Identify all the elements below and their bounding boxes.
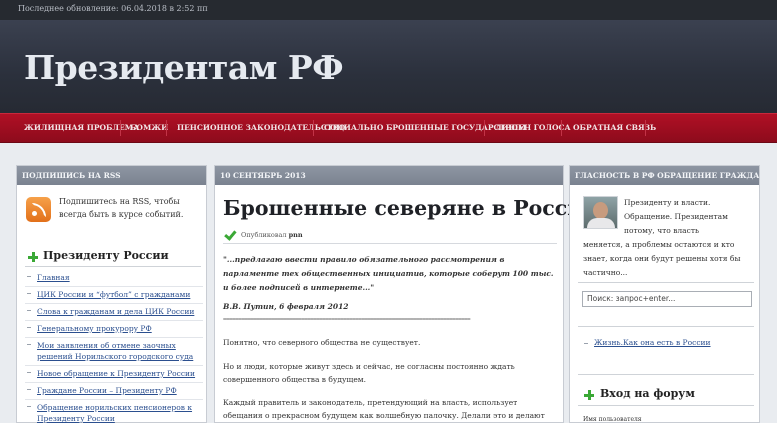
author-prefix: Опубликовал [241,231,287,239]
widget-divider [578,405,754,406]
post-paragraph: Но и люди, которые живут здесь и сейчас,… [223,362,515,384]
list-item[interactable]: ЦИК России и “футбол” с гражданами [25,287,203,304]
list-item[interactable]: Мои заявления об отмене заочных решений … [25,338,203,366]
widget-divider [25,266,201,267]
nav-separator [561,120,562,136]
rss-icon[interactable] [26,197,51,222]
post-divider [223,243,557,244]
nav-separator [313,120,314,136]
quote-signature: В.В. Путин, 6 февраля 2012 [223,302,349,311]
right-sidebar: Гласность в РФ Обращение граждан к власт… [569,165,760,423]
plus-icon [28,252,38,262]
post-quote: "...предлагаю ввести правило обязательно… [223,255,554,292]
list-item[interactable]: Слова к гражданам и дела ЦИК России [25,304,203,321]
rss-description: Подпишитесь на RSS, чтобы всегда быть в … [59,197,184,219]
plus-icon [584,390,594,400]
nav-separator [484,120,485,136]
widget-divider [578,326,754,327]
right-header: Гласность в РФ Обращение граждан к власт… [570,166,759,185]
main-nav: Жилищная проблема БОМЖи Пенсионное закон… [0,113,777,143]
separator-line: ========================================… [223,316,471,323]
nav-item-housing[interactable]: Жилищная проблема [24,114,139,142]
site-title[interactable]: Президентам РФ [24,48,344,87]
check-icon [225,229,236,237]
main-content: 10 Сентябрь 2013 Брошенные северяне в Ро… [214,165,598,423]
right-intro-text: Президенту и власти. Обращение. Президен… [624,198,728,235]
search-input[interactable]: Поиск: запрос+enter... [582,291,752,307]
list-item[interactable]: Главная [25,270,203,287]
top-status-bar: Последнее обновление: 06.04.2018 в 2:52 … [0,0,777,20]
author-name[interactable]: pnn [289,231,303,239]
nav-separator [166,120,167,136]
rss-header: Подпишись на RSS [17,166,206,185]
link-life-in-russia[interactable]: Жизнь.Как она есть в России [582,338,711,347]
nav-item-homeless[interactable]: БОМЖи [130,114,168,142]
content-gap [0,143,777,165]
list-item[interactable]: Генеральному прокурору РФ [25,321,203,338]
post-author: Опубликовал pnn [241,231,303,239]
nav-separator [120,120,121,136]
rss-widget: Подпишитесь на RSS, чтобы всегда быть в … [25,195,201,225]
username-label: Имя пользователя [583,416,642,423]
site-header: Президентам РФ [0,20,777,113]
widget-divider [578,374,754,375]
post-title[interactable]: Брошенные северяне в России [223,196,598,220]
left-sidebar: Подпишись на RSS Подпишитесь на RSS, что… [16,165,207,423]
last-update-text: Последнее обновление: 06.04.2018 в 2:52 … [18,4,208,13]
author-avatar [583,196,618,229]
nav-separator [645,120,646,136]
right-intro-text-cont: меняется, а проблемы остаются и кто знае… [583,240,741,277]
post-paragraph: Каждый правитель и законодатель, претенд… [223,398,545,420]
president-links: Главная ЦИК России и “футбол” с граждана… [25,270,203,423]
widget-title-login: Вход на форум [600,387,695,400]
list-item[interactable]: Новое обращение к Президенту России [25,366,203,383]
widget-title-president: Президенту России [43,249,169,262]
nav-item-feedback[interactable]: Обратная связь [573,114,656,142]
post-date: 10 Сентябрь 2013 [215,166,563,185]
post-paragraph: Понятно, что северного общества не сущес… [223,338,421,347]
list-item[interactable]: Обращение норильских пенсионеров к Прези… [25,400,203,423]
widget-divider [578,282,754,283]
list-item[interactable]: Граждане России – Президенту РФ [25,383,203,400]
nav-item-voice[interactable]: Лишен голоса [495,114,571,142]
nav-item-pension[interactable]: Пенсионное законодательство [177,114,345,142]
